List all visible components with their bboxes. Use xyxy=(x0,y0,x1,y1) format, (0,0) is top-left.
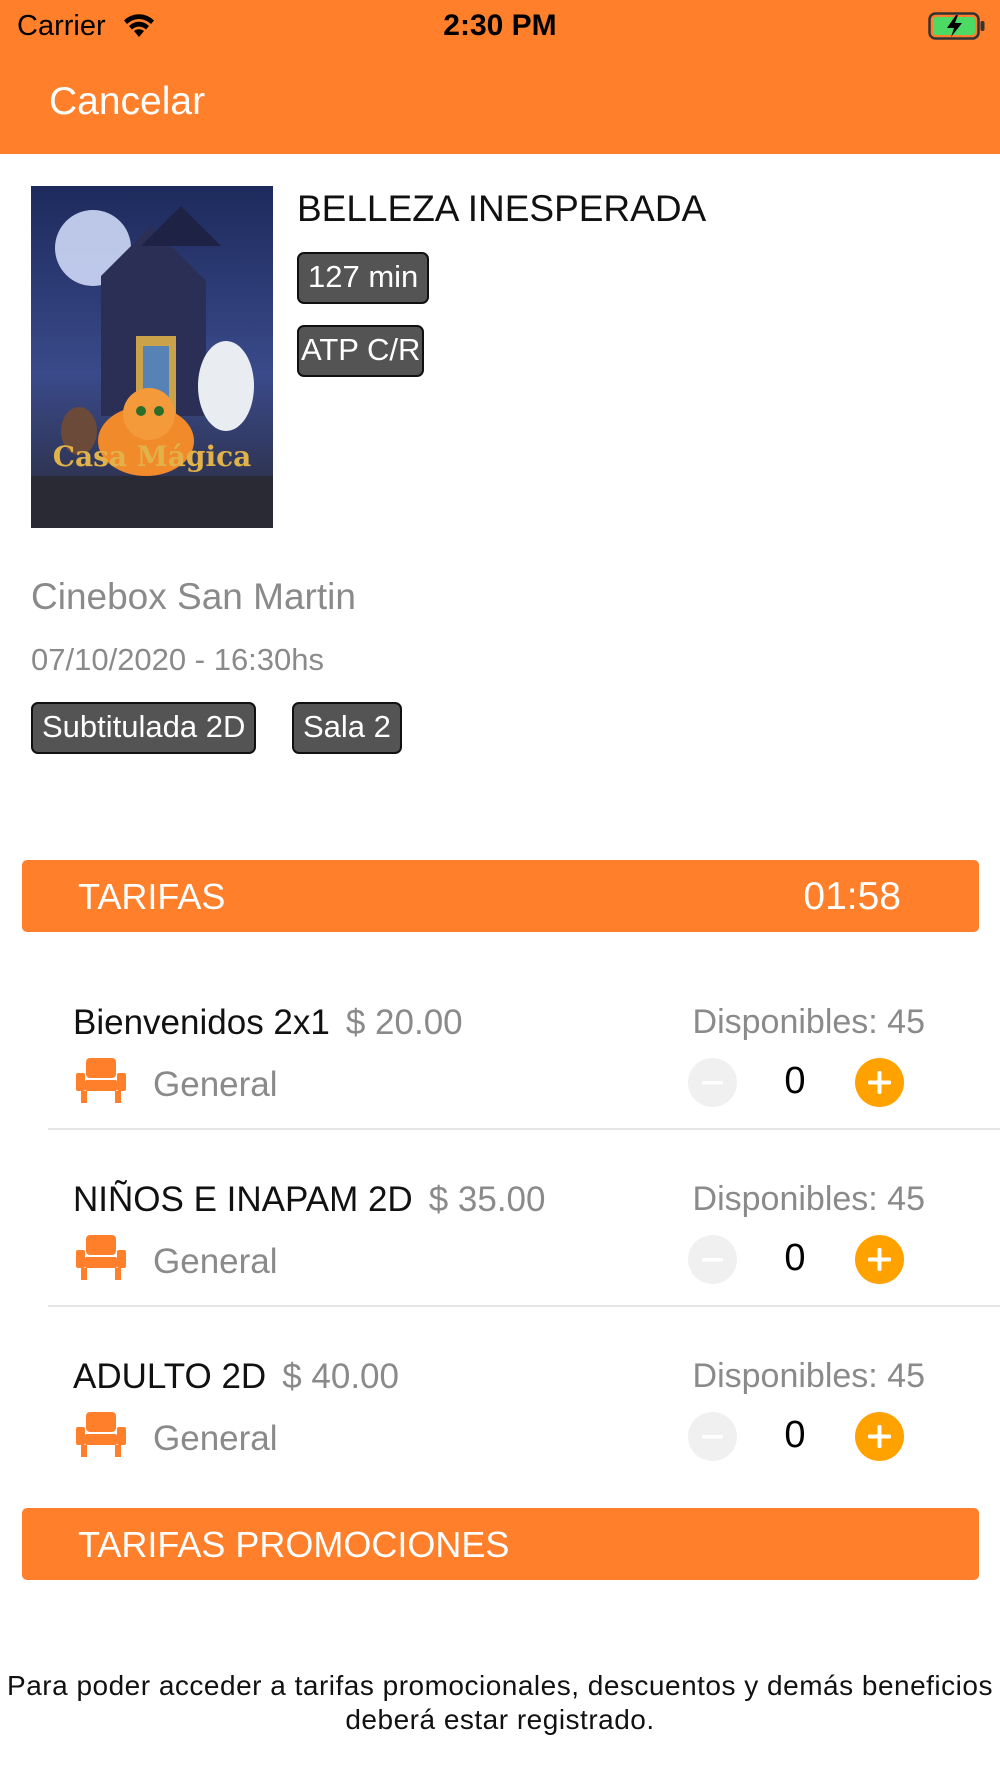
increment-button[interactable] xyxy=(855,1058,904,1107)
fare-name-line: Bienvenidos 2x1 $ 20.00 xyxy=(73,1003,463,1043)
battery-charging-icon xyxy=(928,12,986,40)
fare-name-line: NIÑOS E INAPAM 2D $ 35.00 xyxy=(73,1180,545,1220)
fare-name: Bienvenidos 2x1 xyxy=(73,1003,330,1042)
movie-poster: Casa Mágica xyxy=(31,186,273,528)
cancel-button[interactable]: Cancelar xyxy=(49,80,205,124)
plus-icon xyxy=(868,1425,891,1448)
decrement-button[interactable] xyxy=(688,1058,737,1107)
status-bar: Carrier 2:30 PM xyxy=(0,0,1000,50)
decrement-button[interactable] xyxy=(688,1235,737,1284)
status-time: 2:30 PM xyxy=(443,9,557,42)
fare-availability: Disponibles: 45 xyxy=(692,1357,925,1395)
quantity-value: 0 xyxy=(784,1060,806,1102)
plus-icon xyxy=(868,1248,891,1271)
navigation-bar: Carrier 2:30 PM Cancelar xyxy=(0,0,1000,154)
fare-row: NIÑOS E INAPAM 2D $ 35.00 Disponibles: 45… xyxy=(0,1130,1000,1307)
seat-type-label: General xyxy=(153,1242,278,1281)
seat-type-label: General xyxy=(153,1065,278,1104)
tarifas-header-label: TARIFAS xyxy=(78,876,226,917)
fare-price: $ 35.00 xyxy=(428,1180,546,1219)
show-datetime: 07/10/2020 - 16:30hs xyxy=(31,642,325,677)
seat-icon xyxy=(76,1232,126,1282)
registration-notice: Para poder acceder a tarifas promocional… xyxy=(7,1670,993,1735)
seat-icon xyxy=(76,1055,126,1105)
room-badge: Sala 2 xyxy=(292,702,402,754)
cinema-name: Cinebox San Martin xyxy=(31,576,356,617)
format-badge: Subtitulada 2D xyxy=(31,702,257,754)
increment-button[interactable] xyxy=(855,1235,904,1284)
minus-icon xyxy=(702,1435,723,1439)
seat-type-label: General xyxy=(153,1419,278,1458)
fare-row: ADULTO 2D $ 40.00 Disponibles: 45 General… xyxy=(0,1307,1000,1484)
fare-price: $ 40.00 xyxy=(282,1357,399,1396)
duration-badge: 127 min xyxy=(297,252,430,304)
fare-price: $ 20.00 xyxy=(345,1003,463,1042)
fare-availability: Disponibles: 45 xyxy=(692,1180,925,1218)
promociones-header: TARIFAS PROMOCIONES xyxy=(22,1508,979,1580)
seat-icon xyxy=(76,1409,126,1459)
minus-icon xyxy=(702,1258,723,1262)
movie-title: BELLEZA INESPERADA xyxy=(297,188,707,229)
fare-availability: Disponibles: 45 xyxy=(692,1003,925,1041)
minus-icon xyxy=(702,1081,723,1085)
fare-name: ADULTO 2D xyxy=(73,1357,267,1396)
promociones-header-label: TARIFAS PROMOCIONES xyxy=(78,1524,510,1565)
decrement-button[interactable] xyxy=(688,1412,737,1461)
fare-row: Bienvenidos 2x1 $ 20.00 Disponibles: 45 G… xyxy=(0,953,1000,1130)
rating-badge: ATP C/R xyxy=(297,325,425,377)
fare-name-line: ADULTO 2D $ 40.00 xyxy=(73,1357,399,1397)
increment-button[interactable] xyxy=(855,1412,904,1461)
fare-name: NIÑOS E INAPAM 2D xyxy=(73,1180,413,1219)
countdown-timer: 01:58 xyxy=(803,875,901,918)
poster-title: Casa Mágica xyxy=(53,440,252,473)
plus-icon xyxy=(868,1071,891,1094)
quantity-value: 0 xyxy=(784,1414,806,1456)
tarifas-header: TARIFAS 01:58 xyxy=(22,860,979,932)
quantity-value: 0 xyxy=(784,1237,806,1279)
